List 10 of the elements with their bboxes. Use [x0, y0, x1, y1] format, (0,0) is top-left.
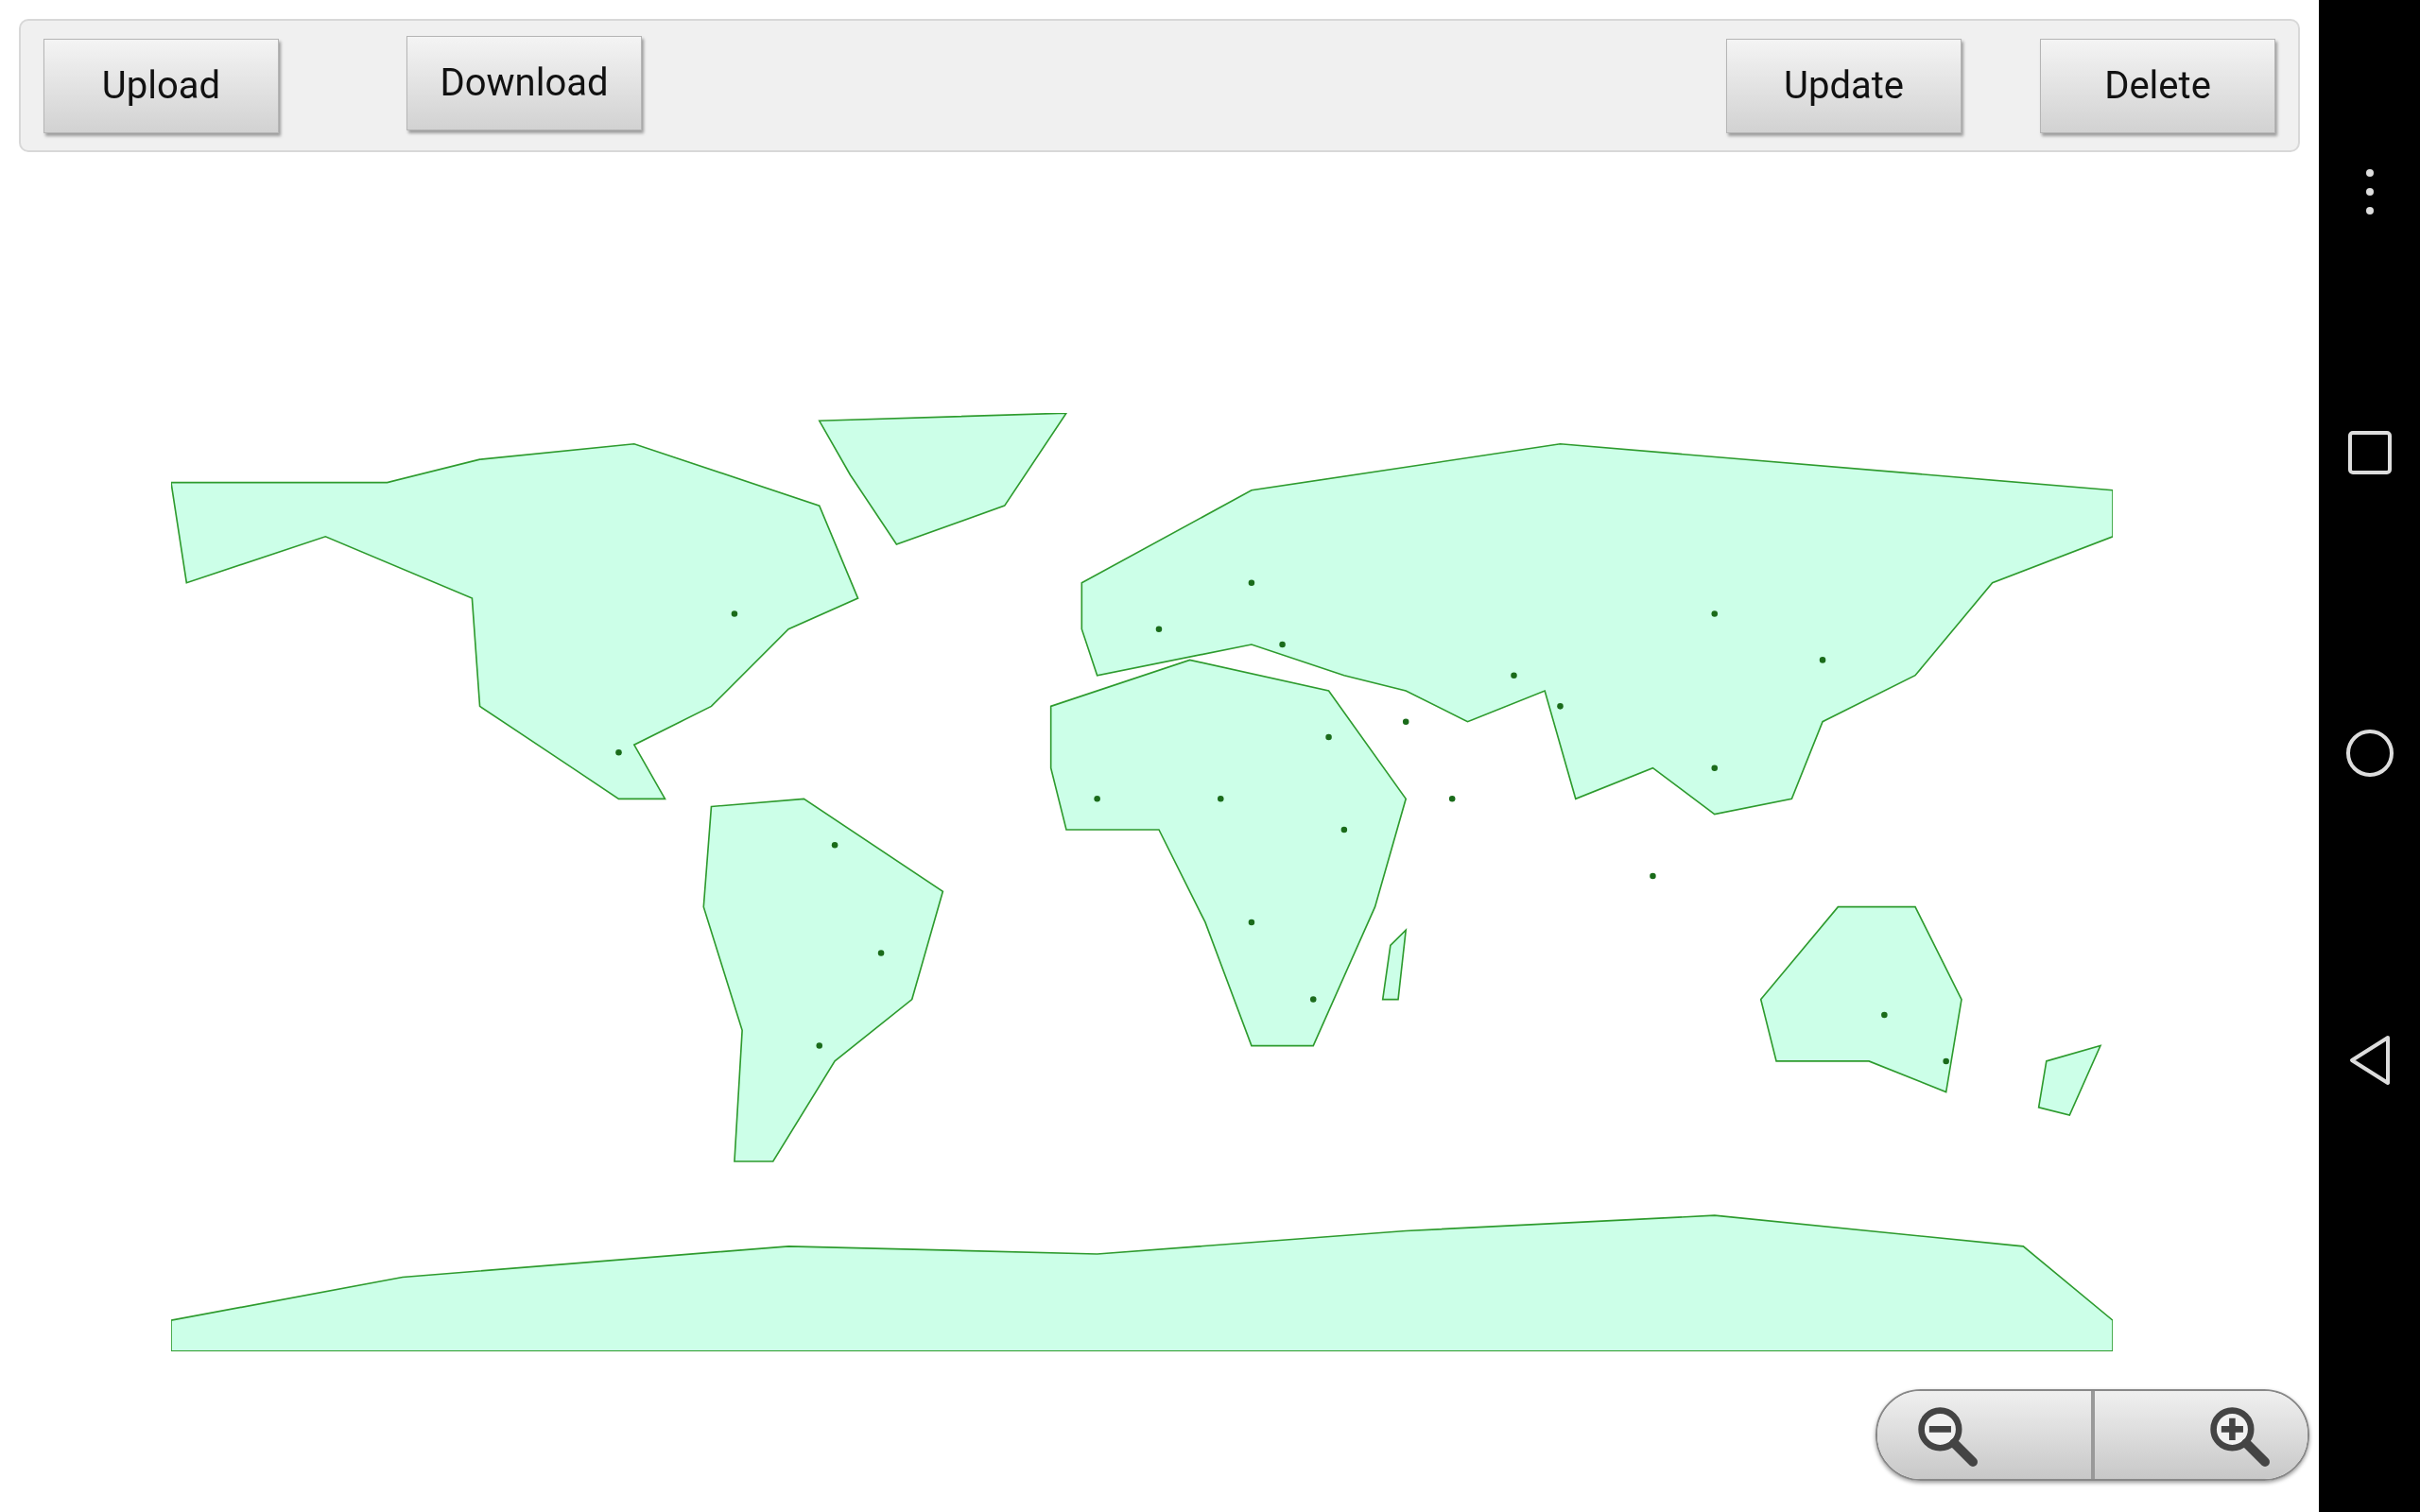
home-icon[interactable]	[2344, 729, 2394, 778]
toolbar-button[interactable]: Download	[406, 35, 642, 130]
toolbar-button[interactable]: Delete	[2040, 38, 2275, 133]
more-options-icon[interactable]	[2364, 168, 2375, 215]
zoom-out-button[interactable]	[1877, 1391, 2095, 1479]
zoom-in-button[interactable]	[2094, 1391, 2308, 1479]
toolbar-button[interactable]: Update	[1726, 38, 1962, 133]
recent-apps-icon[interactable]	[2347, 431, 2392, 474]
toolbar-button[interactable]: Upload	[43, 38, 279, 133]
back-icon[interactable]	[2347, 1035, 2392, 1086]
